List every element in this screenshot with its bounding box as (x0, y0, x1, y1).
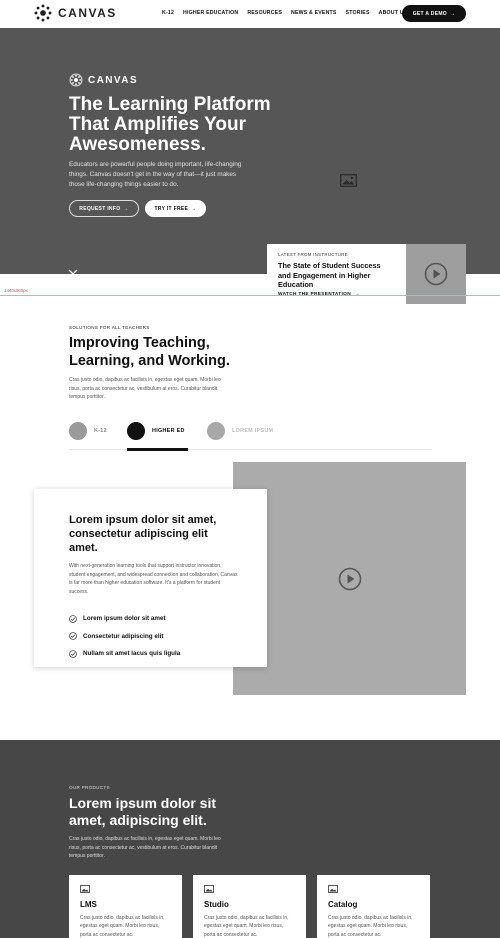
product-card-catalog[interactable]: Catalog Cras justo odio, dapibus ac faci… (317, 875, 430, 938)
arrow-right-icon: → (191, 205, 197, 212)
play-icon[interactable] (424, 262, 448, 286)
hero-section: CANVAS The Learning Platform That Amplif… (0, 28, 500, 276)
checklist-item-label: Nullam sit amet lacus quis ligula (83, 650, 181, 658)
canvas-logo-icon (69, 73, 83, 87)
check-circle-icon (69, 614, 77, 623)
checklist-item-label: Consectetur adipiscing elit (83, 632, 164, 640)
product-card-studio[interactable]: Studio Cras justo odio, dapibus ac facil… (193, 875, 306, 938)
checklist-item: Consectetur adipiscing elit (69, 628, 232, 646)
solution-video[interactable] (233, 462, 466, 695)
solutions-title: Improving Teaching, Learning, and Workin… (69, 335, 230, 369)
canvas-logo[interactable]: CANVAS (34, 4, 117, 22)
nav-links: K-12 HIGHER EDUCATION RESOURCES NEWS & E… (162, 10, 407, 16)
tab-higher-ed[interactable]: HIGHER ED (127, 422, 185, 440)
product-card-description: Cras justo odio, dapibus ac facilisis in… (204, 915, 289, 938)
products-kicker: OUR PRODUCTS (69, 785, 110, 790)
product-card-name: LMS (80, 900, 97, 909)
featured-title: The State of Student Success and Engagem… (278, 261, 381, 290)
get-a-demo-button[interactable]: GET A DEMO → (402, 5, 466, 22)
tab-lorem-ipsum-icon (207, 422, 225, 440)
nav-link-resources[interactable]: RESOURCES (247, 10, 282, 16)
tab-k12-icon (69, 422, 87, 440)
tab-higher-ed-icon (127, 422, 145, 440)
hero-logo: CANVAS (69, 73, 138, 87)
arrow-right-icon: → (123, 205, 129, 212)
try-it-free-label: TRY IT FREE (154, 205, 189, 212)
featured-kicker: LATEST FROM INSTRUCTURE (278, 252, 348, 257)
tab-higher-ed-label: HIGHER ED (152, 428, 185, 434)
solutions-description: Cras justo odio, dapibus ac facilisis in… (69, 377, 221, 401)
viewport-guide-line (0, 295, 500, 296)
play-icon[interactable] (338, 567, 362, 591)
tab-k12-label: K-12 (94, 428, 107, 434)
products-description: Cras justo odio, dapibus ac facilisis in… (69, 836, 221, 860)
solutions-kicker: SOLUTIONS FOR ALL TEACHERS (69, 325, 150, 330)
product-card-description: Cras justo odio, dapibus ac facilisis in… (80, 915, 165, 938)
viewport-guide-label: 1440x900px (4, 288, 28, 293)
request-info-button[interactable]: REQUEST INFO → (69, 200, 139, 217)
nav-link-higher-education[interactable]: HIGHER EDUCATION (183, 10, 238, 16)
nav-link-k12[interactable]: K-12 (162, 10, 174, 16)
check-circle-icon (69, 632, 77, 641)
solution-card-title: Lorem ipsum dolor sit amet, consectetur … (69, 514, 217, 554)
product-card-name: Studio (204, 900, 229, 909)
feature-checklist: Lorem ipsum dolor sit amet Consectetur a… (69, 610, 232, 663)
checklist-item: Lorem ipsum dolor sit amet (69, 610, 232, 628)
tab-lorem-ipsum[interactable]: LOREM IPSUM (207, 422, 273, 440)
checklist-item-label: Lorem ipsum dolor sit amet (83, 615, 166, 623)
product-card-lms[interactable]: LMS Cras justo odio, dapibus ac facilisi… (69, 875, 182, 938)
get-a-demo-label: GET A DEMO (412, 10, 447, 17)
logo-text: CANVAS (58, 6, 117, 20)
products-section: OUR PRODUCTS Lorem ipsum dolor sit amet,… (0, 740, 500, 938)
image-placeholder-icon (80, 885, 90, 893)
image-placeholder-icon (340, 174, 357, 187)
image-placeholder-icon (204, 885, 214, 893)
chevron-down-icon[interactable] (68, 268, 78, 276)
request-info-label: REQUEST INFO (79, 205, 121, 212)
product-card-description: Cras justo odio, dapibus ac facilisis in… (328, 915, 413, 938)
audience-tabs: K-12 HIGHER ED LOREM IPSUM (69, 420, 432, 451)
product-card-name: Catalog (328, 900, 358, 909)
hero-title: The Learning Platform That Amplifies You… (69, 94, 271, 155)
solution-card: Lorem ipsum dolor sit amet, consectetur … (34, 489, 267, 667)
active-tab-indicator (127, 448, 188, 451)
hero-description: Educators are powerful people doing impo… (69, 161, 242, 188)
arrow-right-icon: → (449, 10, 456, 17)
canvas-logo-icon (34, 4, 52, 22)
nav-link-stories[interactable]: STORIES (346, 10, 370, 16)
tab-k12[interactable]: K-12 (69, 422, 107, 440)
products-title: Lorem ipsum dolor sit amet, adipiscing e… (69, 795, 217, 828)
nav-link-news-events[interactable]: NEWS & EVENTS (291, 10, 337, 16)
check-circle-icon (69, 649, 77, 658)
image-placeholder-icon (328, 885, 338, 893)
tab-lorem-ipsum-label: LOREM IPSUM (232, 428, 274, 434)
hero-logo-text: CANVAS (88, 74, 138, 86)
try-it-free-button[interactable]: TRY IT FREE → (145, 200, 206, 217)
checklist-item: Nullam sit amet lacus quis ligula (69, 645, 232, 663)
top-nav: CANVAS K-12 HIGHER EDUCATION RESOURCES N… (0, 0, 500, 28)
solution-card-description: With next-generation learning tools that… (69, 563, 238, 595)
